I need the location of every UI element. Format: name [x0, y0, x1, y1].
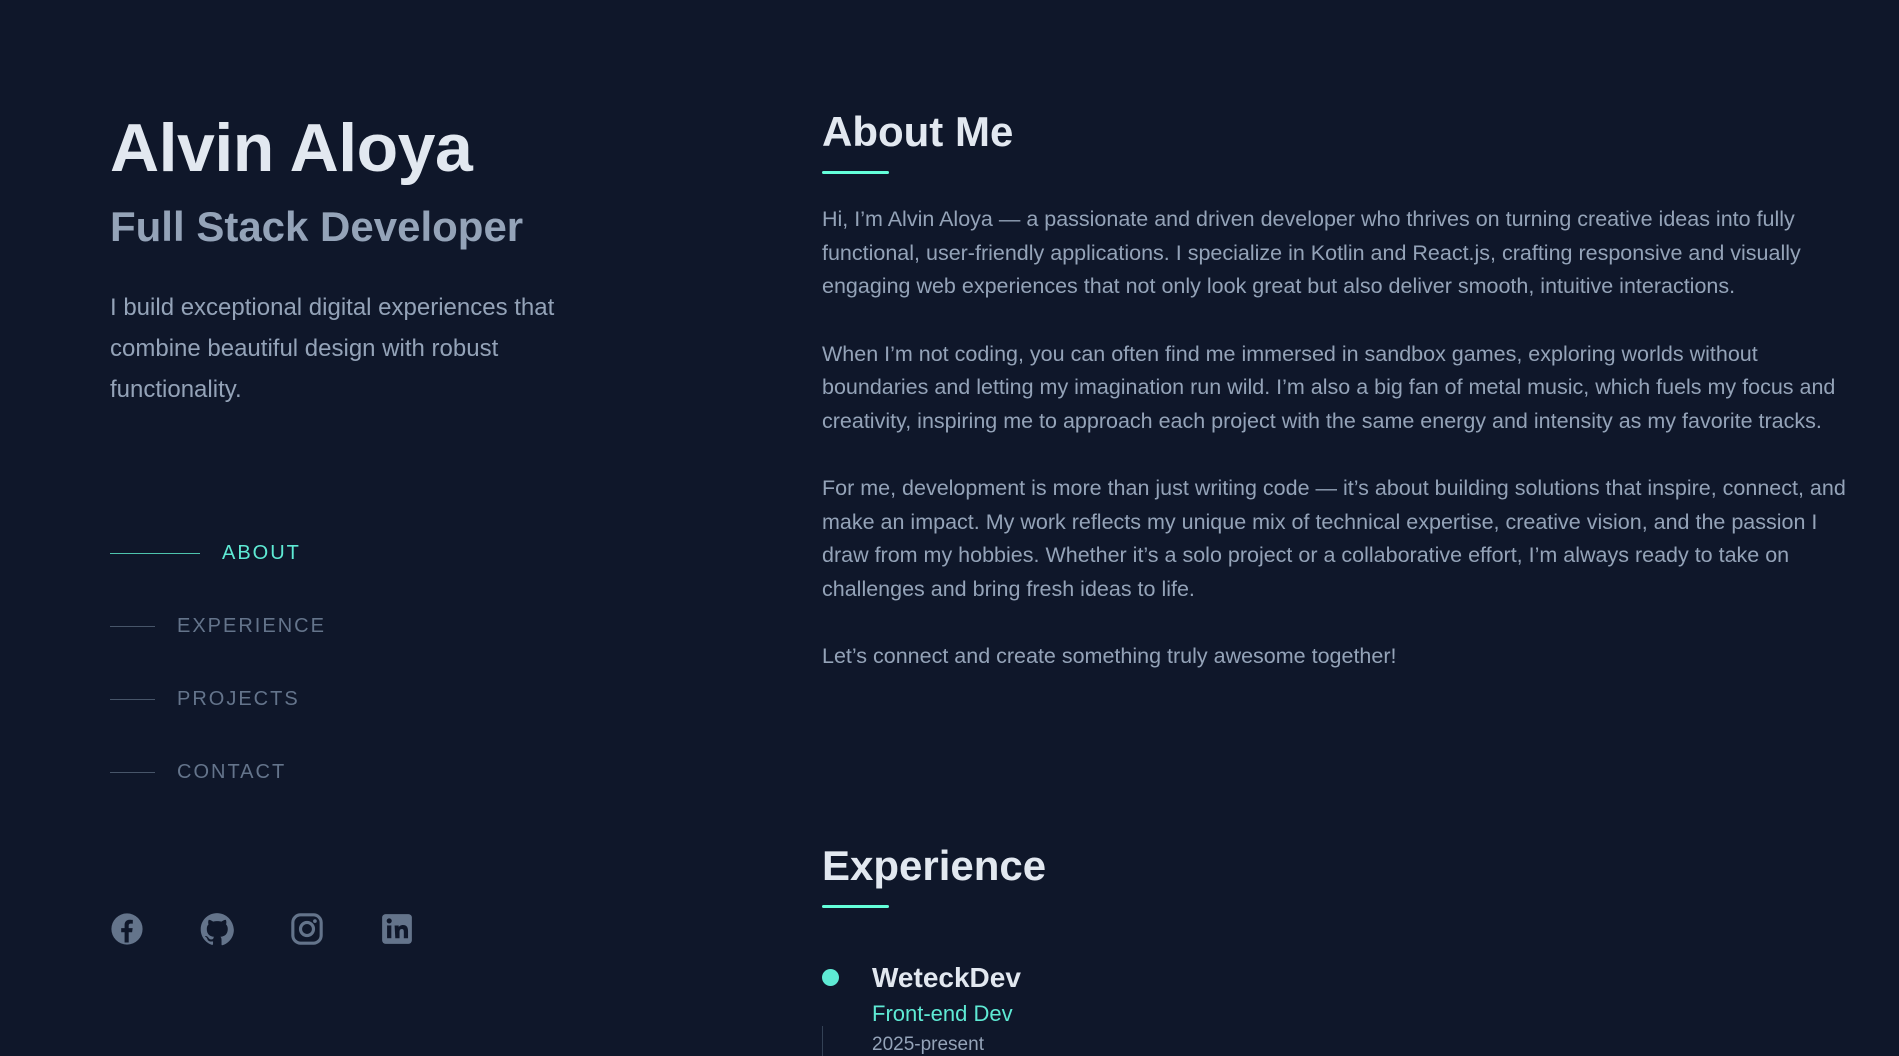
nav-item-contact[interactable]: CONTACT	[110, 747, 510, 797]
nav-indicator-line	[110, 771, 155, 773]
portfolio-page: Alvin Aloya Full Stack Developer I build…	[0, 0, 1899, 1056]
instagram-icon[interactable]	[290, 912, 324, 946]
nav-item-experience[interactable]: EXPERIENCE	[110, 601, 510, 651]
job-role: Front-end Dev	[872, 1001, 1013, 1026]
nav-item-projects[interactable]: PROJECTS	[110, 674, 510, 724]
about-paragraph: Hi, I’m Alvin Aloya — a passionate and d…	[822, 207, 1801, 298]
profile-role: Full Stack Developer	[110, 203, 524, 250]
about-title-underline	[822, 171, 889, 174]
social-links	[110, 912, 414, 946]
about-paragraph: When I’m not coding, you can often find …	[822, 341, 1836, 433]
about-text: Hi, I’m Alvin Aloya — a passionate and d…	[822, 203, 1852, 708]
nav-indicator-line	[110, 625, 155, 627]
nav-item-label: PROJECTS	[177, 687, 300, 710]
about-paragraph: For me, development is more than just wr…	[822, 476, 1846, 601]
about-title: About Me	[822, 108, 1014, 155]
nav-item-about[interactable]: ABOUT	[110, 528, 510, 578]
nav-item-label: EXPERIENCE	[177, 614, 326, 637]
experience-title: Experience	[822, 842, 1047, 889]
experience-title-underline	[822, 905, 889, 908]
github-icon[interactable]	[200, 912, 234, 946]
timeline-line	[822, 1026, 823, 1056]
nav-item-label: CONTACT	[177, 760, 287, 783]
linkedin-icon[interactable]	[380, 912, 414, 946]
nav-item-label: ABOUT	[222, 541, 301, 564]
job-company: WeteckDev	[872, 962, 1021, 993]
facebook-icon[interactable]	[110, 912, 144, 946]
job-dates: 2025-present	[872, 1034, 984, 1055]
left-column: Alvin Aloya Full Stack Developer I build…	[110, 0, 670, 1056]
about-paragraph: Let’s connect and create something truly…	[822, 644, 1397, 668]
section-nav: ABOUT EXPERIENCE PROJECTS CONTACT	[110, 528, 510, 820]
profile-intro: I build exceptional digital experiences …	[110, 294, 555, 403]
nav-indicator-line	[110, 552, 200, 554]
timeline-dot	[822, 969, 839, 986]
profile-name: Alvin Aloya	[110, 110, 473, 186]
right-column: About Me Hi, I’m Alvin Aloya — a passion…	[822, 0, 1852, 1056]
nav-indicator-line	[110, 698, 155, 700]
